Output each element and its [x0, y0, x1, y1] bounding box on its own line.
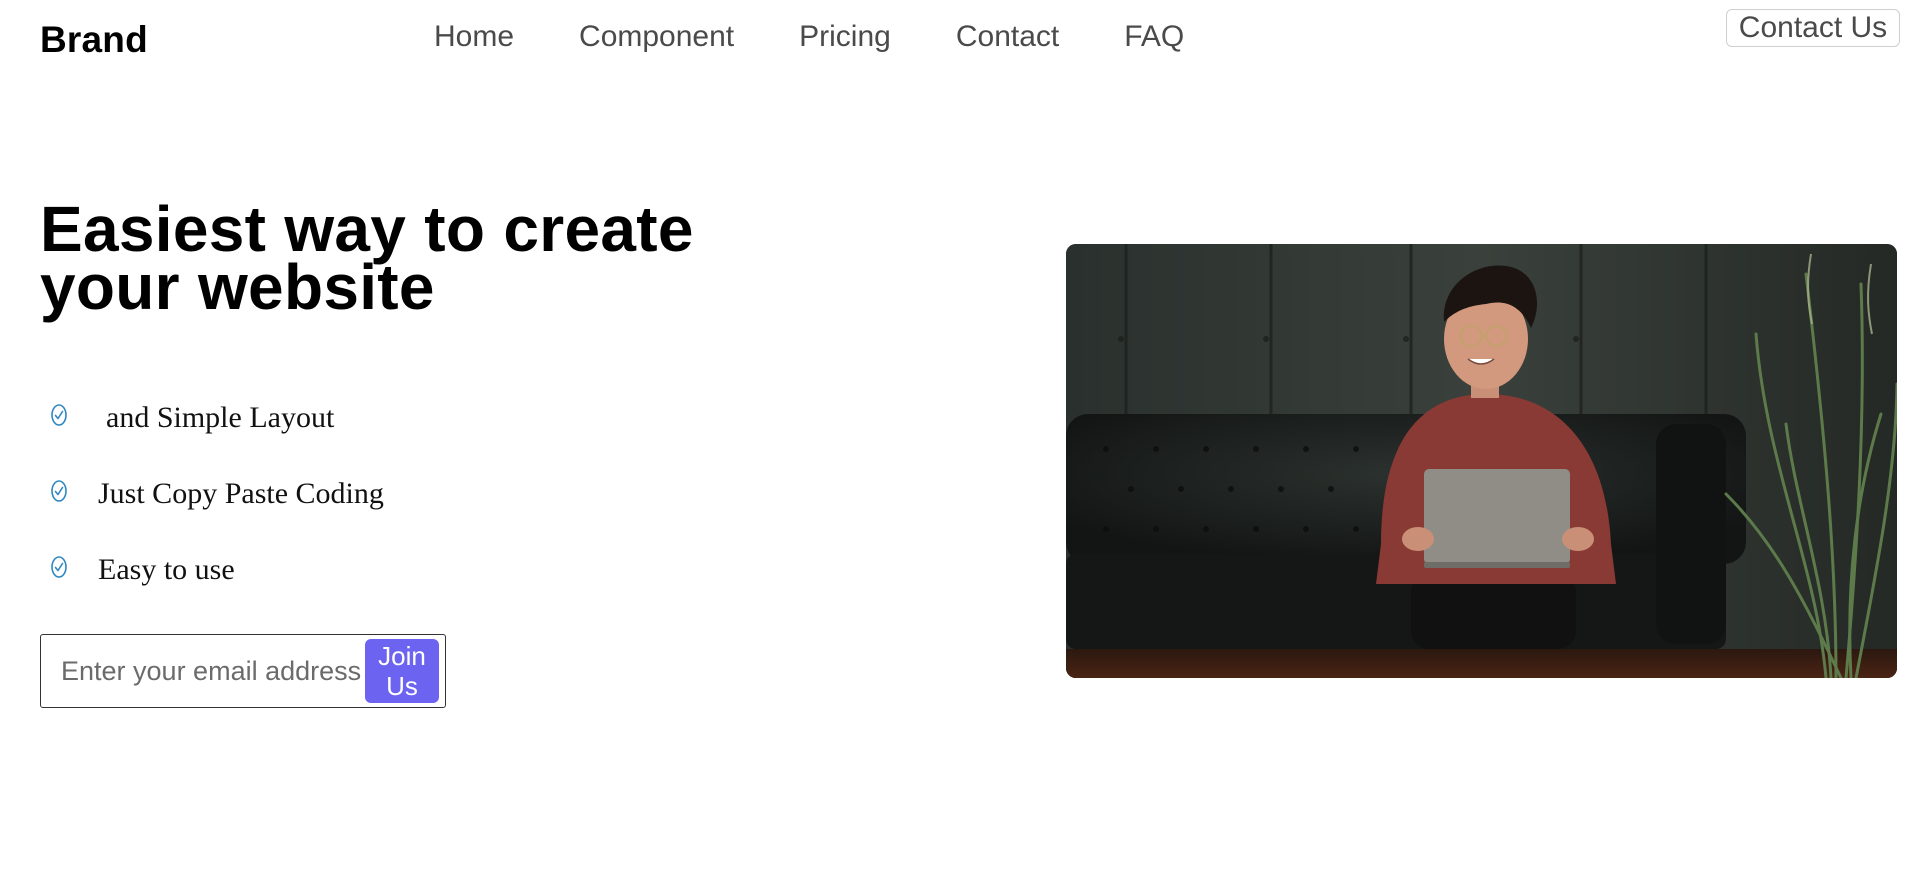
hero-title: Easiest way to create your website — [40, 193, 694, 323]
feature-item: Easy to use — [40, 532, 384, 608]
contact-us-button[interactable]: Contact Us — [1726, 9, 1900, 47]
signup-form: Join Us — [40, 634, 446, 708]
nav-pricing-link[interactable]: Pricing — [799, 17, 891, 57]
email-input[interactable] — [61, 653, 361, 689]
nav-faq-link[interactable]: FAQ — [1124, 17, 1184, 57]
main-nav: Home Component Pricing Contact FAQ — [434, 17, 1249, 57]
feature-text: Easy to use — [98, 553, 235, 586]
nav-home-link[interactable]: Home — [434, 17, 514, 57]
feature-list: and Simple Layout Just Copy Paste Coding… — [40, 380, 384, 608]
feature-text: and Simple Layout — [106, 401, 335, 434]
check-circle-icon — [51, 404, 67, 426]
brand-logo[interactable]: Brand — [40, 16, 148, 64]
join-us-button[interactable]: Join Us — [365, 639, 439, 703]
feature-item: and Simple Layout — [40, 380, 384, 456]
check-circle-icon — [51, 480, 67, 502]
hero-photo-illustration — [1066, 244, 1897, 678]
hero-photo — [1066, 244, 1897, 678]
nav-component-link[interactable]: Component — [579, 17, 734, 57]
nav-contact-link[interactable]: Contact — [956, 17, 1059, 57]
feature-item: Just Copy Paste Coding — [40, 456, 384, 532]
check-circle-icon — [51, 556, 67, 578]
feature-text: Just Copy Paste Coding — [98, 477, 384, 510]
site-header: Brand Home Component Pricing Contact FAQ… — [0, 0, 1919, 80]
